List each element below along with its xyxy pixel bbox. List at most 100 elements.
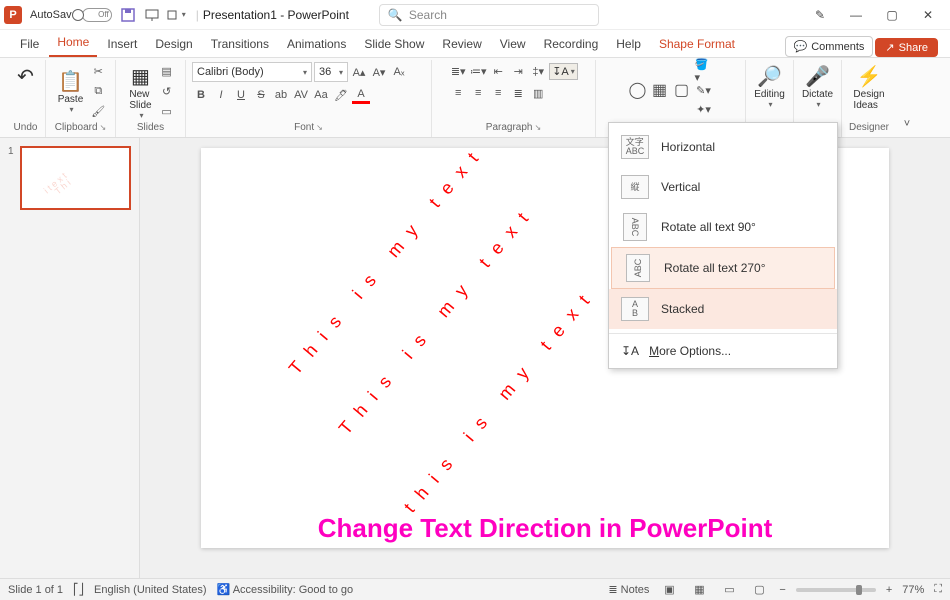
copy-button[interactable]: ⧉	[89, 82, 107, 100]
reset-button[interactable]: ↺	[158, 82, 176, 100]
strike-button[interactable]: S	[252, 86, 270, 104]
zoom-out-button[interactable]: −	[779, 584, 785, 596]
tab-recording[interactable]: Recording	[536, 33, 607, 57]
accessibility-status[interactable]: ♿ Accessibility: Good to go	[217, 583, 354, 596]
menu-vertical[interactable]: 縦 Vertical	[609, 167, 837, 207]
font-name-combo[interactable]: Calibri (Body)▾	[192, 62, 312, 82]
zoom-percent[interactable]: 77%	[902, 584, 924, 596]
text-direction-button[interactable]: ↧A▾	[549, 63, 578, 80]
slideshow-view-button[interactable]: ▢	[749, 582, 769, 598]
autosave-toggle[interactable]: AutoSave Off	[30, 8, 112, 22]
undo-button[interactable]: ↶	[13, 62, 38, 91]
font-dialog-launcher[interactable]: ↘	[316, 123, 323, 132]
highlight-button[interactable]: 🖊	[332, 86, 350, 104]
tab-animations[interactable]: Animations	[279, 33, 354, 57]
language-status[interactable]: English (United States)	[94, 584, 207, 596]
arrange-button[interactable]: ▦	[651, 81, 669, 99]
shape-outline-button[interactable]: ✎▾	[695, 81, 713, 99]
notes-button[interactable]: ≣ Notes	[608, 583, 649, 596]
zoom-in-button[interactable]: +	[886, 584, 892, 596]
normal-view-button[interactable]: ▣	[659, 582, 679, 598]
tab-view[interactable]: View	[492, 33, 534, 57]
change-case-button[interactable]: Aa	[312, 86, 330, 104]
tab-design[interactable]: Design	[147, 33, 200, 57]
pen-icon[interactable]: ✎	[802, 1, 838, 29]
line-spacing-button[interactable]: ‡▾	[529, 62, 547, 80]
tab-home[interactable]: Home	[49, 31, 97, 57]
tab-transitions[interactable]: Transitions	[203, 33, 277, 57]
present-icon[interactable]	[144, 7, 160, 23]
align-center-button[interactable]: ≡	[469, 84, 487, 102]
menu-stacked[interactable]: AB Stacked	[609, 289, 837, 329]
design-ideas-button[interactable]: ⚡Design Ideas	[849, 62, 888, 113]
shape-effects-button[interactable]: ✦▾	[695, 100, 713, 118]
editing-button[interactable]: 🔎Editing▾	[750, 62, 789, 111]
autosave-label: AutoSave	[30, 9, 78, 21]
caption-text: Change Text Direction in PowerPoint	[201, 513, 889, 544]
increase-indent-button[interactable]: ⇥	[509, 62, 527, 80]
search-placeholder: Search	[409, 8, 447, 22]
tab-slideshow[interactable]: Slide Show	[356, 33, 432, 57]
justify-button[interactable]: ≣	[509, 84, 527, 102]
slide-counter[interactable]: Slide 1 of 1	[8, 584, 63, 596]
thumbnail-number: 1	[8, 146, 14, 157]
underline-button[interactable]: U	[232, 86, 250, 104]
new-slide-button[interactable]: ▦New Slide▾	[125, 62, 155, 122]
spellcheck-icon[interactable]: ⎡⎦	[73, 583, 84, 596]
slide-thumbnail-1[interactable]: i t e x t T h i	[20, 146, 131, 210]
shadow-button[interactable]: ab	[272, 86, 290, 104]
bold-button[interactable]: B	[192, 86, 210, 104]
minimize-button[interactable]: ―	[838, 1, 874, 29]
numbering-button[interactable]: ≔▾	[469, 62, 487, 80]
bullets-button[interactable]: ≣▾	[449, 62, 467, 80]
columns-button[interactable]: ▥	[529, 84, 547, 102]
increase-font-button[interactable]: A▴	[350, 63, 368, 81]
menu-rotate-90[interactable]: ABC Rotate all text 90°	[609, 207, 837, 247]
qat-shape-icon[interactable]: ▾	[168, 7, 184, 23]
decrease-font-button[interactable]: A▾	[370, 63, 388, 81]
thumbnail-pane[interactable]: 1 i t e x t T h i	[0, 138, 140, 578]
search-box[interactable]: 🔍 Search	[379, 4, 599, 26]
menu-rotate-270[interactable]: ABC Rotate all text 270°	[611, 247, 835, 289]
cut-button[interactable]: ✂	[89, 62, 107, 80]
tab-insert[interactable]: Insert	[99, 33, 145, 57]
font-size-combo[interactable]: 36▾	[314, 62, 348, 82]
clipboard-dialog-launcher[interactable]: ↘	[100, 123, 107, 132]
align-right-button[interactable]: ≡	[489, 84, 507, 102]
fit-window-button[interactable]: ⛶	[934, 583, 942, 596]
shape-fill-button[interactable]: 🪣▾	[695, 62, 713, 80]
save-icon[interactable]	[120, 7, 136, 23]
ribbon-collapse-button[interactable]: ˅	[898, 115, 916, 133]
quick-styles-button[interactable]: ▢	[673, 81, 691, 99]
tab-review[interactable]: Review	[434, 33, 489, 57]
font-color-button[interactable]: A	[352, 86, 370, 104]
format-painter-button[interactable]: 🖌	[89, 102, 107, 120]
menu-more-options[interactable]: ↧A More Options...	[609, 338, 837, 364]
rotated-text-1[interactable]: This is my text	[285, 140, 491, 379]
comments-button[interactable]: 💬 Comments	[785, 36, 874, 57]
maximize-button[interactable]: ▢	[874, 1, 910, 29]
clear-format-button[interactable]: Aₓ	[390, 63, 408, 81]
tab-shape-format[interactable]: Shape Format	[651, 33, 743, 57]
share-button[interactable]: ↗ Share	[875, 38, 938, 57]
close-button[interactable]: ✕	[910, 1, 946, 29]
text-direction-small-icon: ↧A	[621, 344, 639, 358]
menu-horizontal[interactable]: 文字ABC Horizontal	[609, 127, 837, 167]
shapes-button[interactable]: ◯	[629, 81, 647, 99]
decrease-indent-button[interactable]: ⇤	[489, 62, 507, 80]
sorter-view-button[interactable]: ▦	[689, 582, 709, 598]
char-spacing-button[interactable]: AV	[292, 86, 310, 104]
group-font: Font	[294, 122, 314, 133]
align-left-button[interactable]: ≡	[449, 84, 467, 102]
italic-button[interactable]: I	[212, 86, 230, 104]
section-button[interactable]: ▭	[158, 102, 176, 120]
zoom-slider[interactable]	[796, 588, 876, 592]
tab-file[interactable]: File	[12, 33, 47, 57]
paragraph-dialog-launcher[interactable]: ↘	[535, 123, 542, 132]
layout-button[interactable]: ▤	[158, 62, 176, 80]
paste-button[interactable]: 📋Paste▾	[54, 62, 88, 120]
reading-view-button[interactable]: ▭	[719, 582, 739, 598]
dictate-button[interactable]: 🎤Dictate▾	[798, 62, 837, 111]
horizontal-icon: 文字ABC	[621, 135, 649, 159]
tab-help[interactable]: Help	[608, 33, 649, 57]
